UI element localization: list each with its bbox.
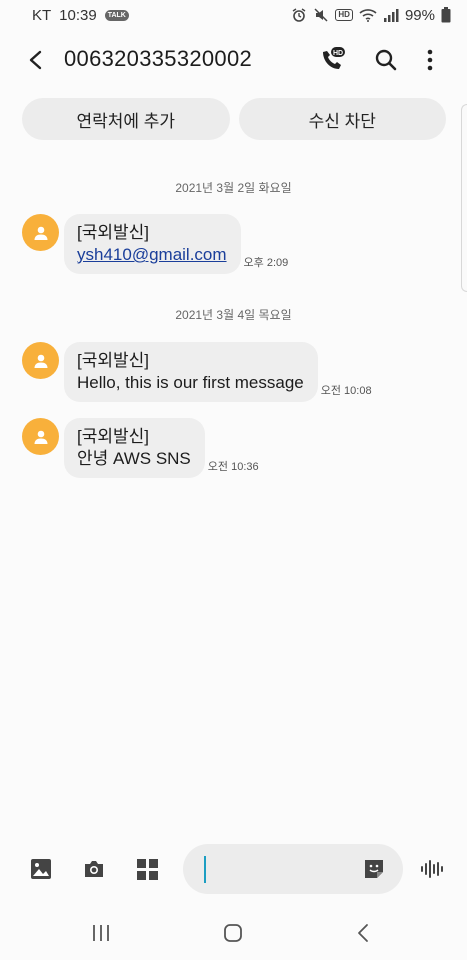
message-item: [국외발신] 안녕 AWS SNS 오전 10:36 bbox=[22, 418, 259, 478]
message-input-box[interactable] bbox=[183, 844, 403, 894]
recent-apps-icon[interactable] bbox=[86, 919, 116, 947]
camera-icon[interactable] bbox=[79, 854, 109, 884]
back-icon[interactable] bbox=[348, 919, 378, 947]
email-link[interactable]: ysh410@gmail.com bbox=[77, 245, 227, 264]
hd-icon: HD bbox=[335, 9, 353, 21]
home-icon[interactable] bbox=[218, 919, 248, 947]
person-icon bbox=[34, 430, 47, 444]
message-time: 오전 10:08 bbox=[320, 385, 372, 397]
app-bar: 006320335320002 HD bbox=[0, 32, 467, 88]
person-icon bbox=[34, 226, 47, 240]
status-left: KT 10:39 TALK bbox=[32, 7, 129, 24]
message-bubble[interactable]: [국외발신] Hello, this is our first message bbox=[64, 342, 318, 402]
navigation-bar bbox=[0, 906, 467, 960]
more-vert-icon[interactable] bbox=[414, 44, 446, 76]
clock: 10:39 bbox=[59, 6, 97, 24]
text-cursor bbox=[204, 856, 206, 883]
message-time: 오후 2:09 bbox=[243, 257, 289, 269]
conversation-title: 006320335320002 bbox=[64, 46, 253, 71]
battery-percent: 99% bbox=[404, 6, 435, 24]
message-header: [국외발신] bbox=[77, 427, 150, 446]
alarm-icon bbox=[291, 7, 307, 23]
message-header: [국외발신] bbox=[77, 351, 150, 370]
avatar[interactable] bbox=[22, 214, 59, 251]
message-bubble[interactable]: [국외발신] 안녕 AWS SNS bbox=[64, 418, 205, 478]
voice-icon[interactable] bbox=[417, 854, 447, 884]
message-item: [국외발신] ysh410@gmail.com 오후 2:09 bbox=[22, 214, 288, 274]
message-text: 안녕 AWS SNS bbox=[77, 449, 191, 468]
signal-icon bbox=[383, 8, 399, 22]
date-separator: 2021년 3월 2일 화요일 bbox=[175, 181, 292, 195]
date-separator: 2021년 3월 4일 목요일 bbox=[175, 308, 292, 322]
wifi-icon bbox=[359, 8, 377, 22]
message-header: [국외발신] bbox=[77, 223, 150, 242]
sticker-icon[interactable] bbox=[362, 857, 386, 881]
composer bbox=[0, 840, 467, 900]
status-bar: KT 10:39 TALK HD 99% bbox=[0, 0, 467, 30]
message-bubble[interactable]: [국외발신] ysh410@gmail.com bbox=[64, 214, 241, 274]
message-input[interactable] bbox=[203, 856, 353, 882]
mute-icon bbox=[313, 7, 329, 23]
search-icon[interactable] bbox=[370, 44, 402, 76]
add-contact-button[interactable]: 연락처에 추가 bbox=[22, 98, 230, 140]
carrier: KT bbox=[32, 6, 52, 24]
message-text: Hello, this is our first message bbox=[77, 373, 304, 392]
avatar[interactable] bbox=[22, 342, 59, 379]
apps-grid-icon[interactable] bbox=[132, 854, 162, 884]
block-button[interactable]: 수신 차단 bbox=[238, 98, 446, 140]
talk-icon: TALK bbox=[104, 9, 129, 21]
hd-call-badge: HD bbox=[333, 50, 343, 57]
status-right: HD 99% bbox=[291, 7, 451, 24]
person-icon bbox=[34, 354, 47, 368]
gallery-icon[interactable] bbox=[26, 854, 56, 884]
back-arrow-icon[interactable] bbox=[22, 46, 50, 74]
battery-icon bbox=[441, 7, 451, 23]
hd-call-icon[interactable]: HD bbox=[316, 44, 348, 76]
avatar[interactable] bbox=[22, 418, 59, 455]
message-item: [국외발신] Hello, this is our first message … bbox=[22, 342, 372, 402]
edge-panel-handle[interactable] bbox=[461, 104, 467, 292]
action-row: 연락처에 추가 수신 차단 bbox=[22, 98, 446, 140]
message-time: 오전 10:36 bbox=[207, 461, 259, 473]
